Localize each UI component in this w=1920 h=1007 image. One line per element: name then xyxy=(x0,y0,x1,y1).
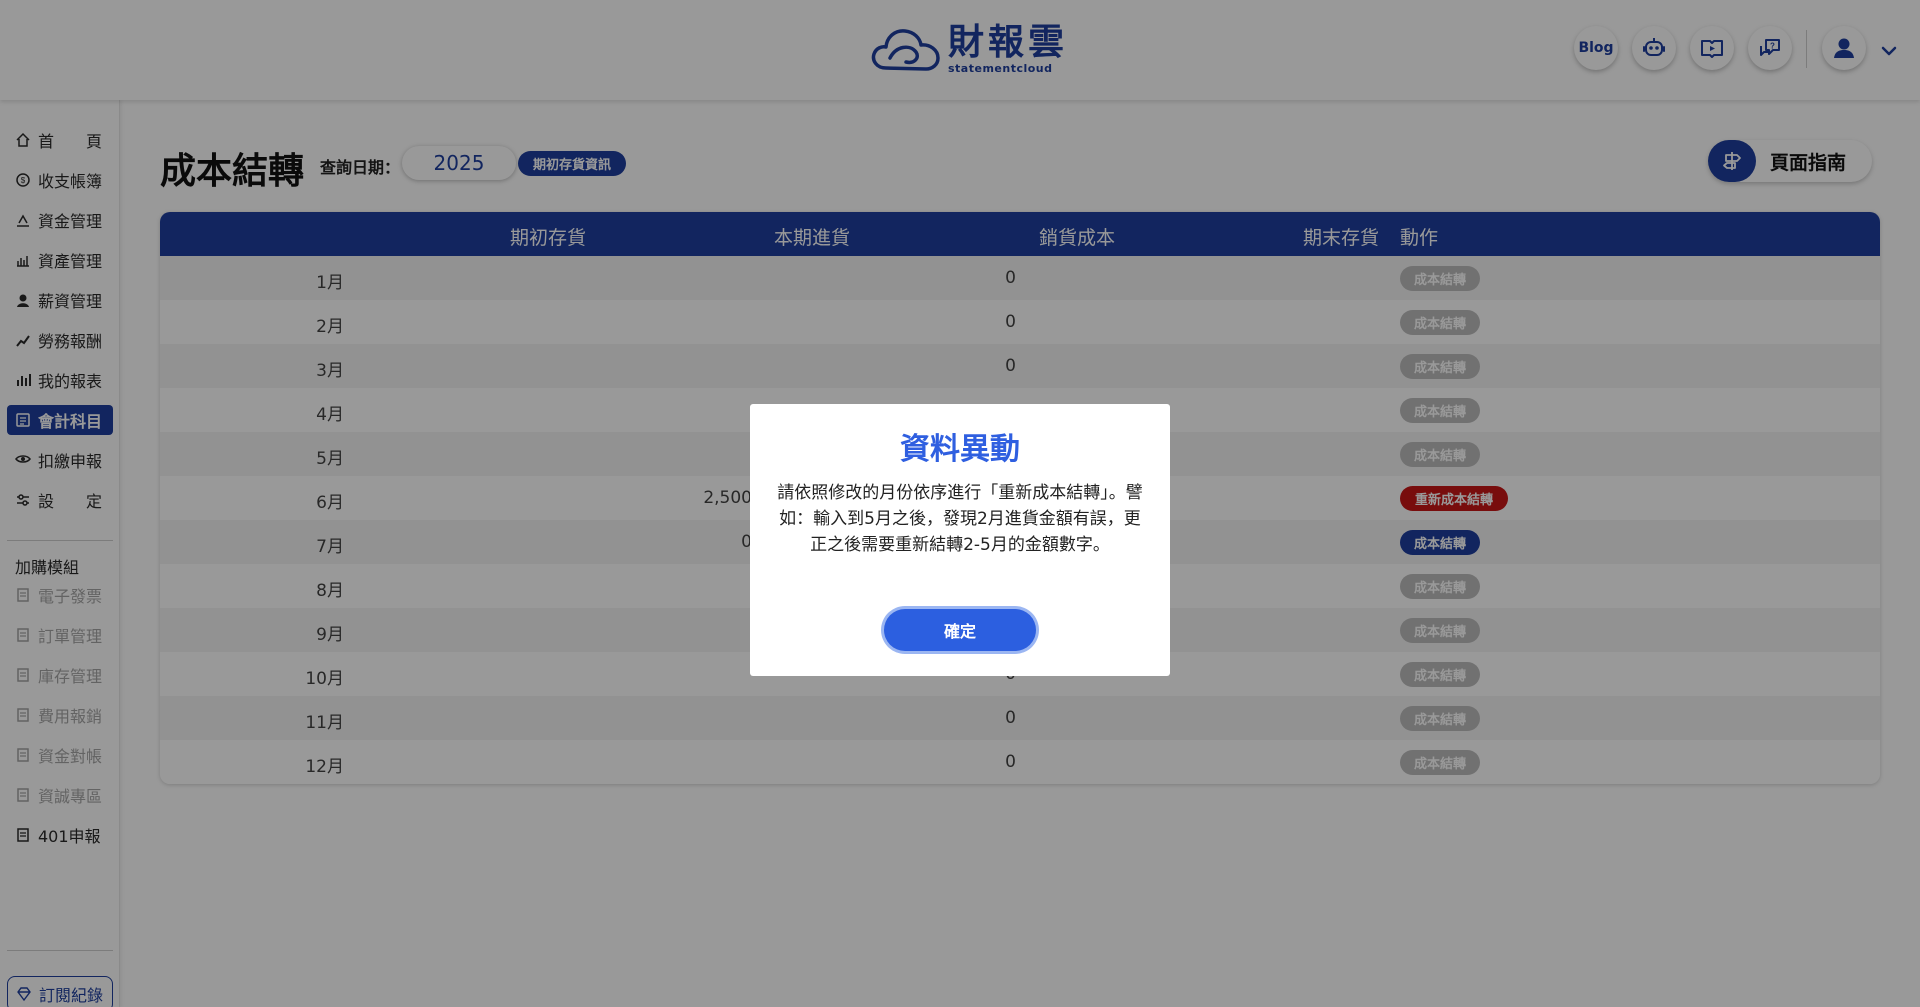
confirm-button[interactable]: 確定 xyxy=(884,609,1036,651)
dialog-message: 請依照修改的月份依序進行「重新成本結轉」。譬如：輸入到5月之後，發現2月進貨金額… xyxy=(777,483,1143,555)
dialog-title: 資料異動 xyxy=(900,432,1020,467)
data-change-dialog: 資料異動 請依照修改的月份依序進行「重新成本結轉」。譬如：輸入到5月之後，發現2… xyxy=(750,404,1170,676)
confirm-label: 確定 xyxy=(943,622,976,641)
